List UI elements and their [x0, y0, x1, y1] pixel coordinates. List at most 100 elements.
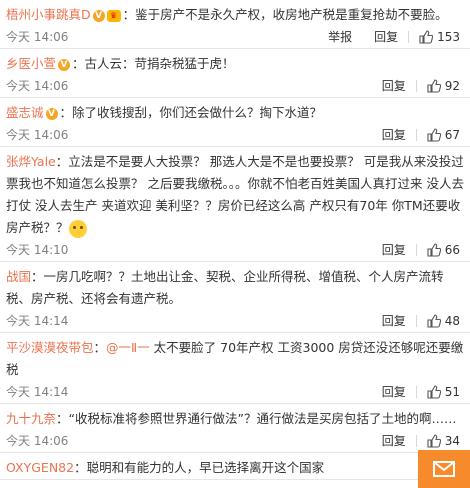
comment-meta: 今天 14:10 回复 66 [6, 239, 464, 261]
comment-body: 梧州小事跳真D V ♛ ：鉴于房产不是永久产权，收房地产税是重复抢劫不要脸。 [6, 4, 464, 26]
emoji-icon [68, 219, 87, 238]
username-link[interactable]: 盛志诚 [6, 105, 44, 120]
like-button[interactable]: 51 [427, 385, 460, 399]
comment-body: OXYGEN82：聪明和有能力的人，早已选择离开这个国家 [6, 457, 464, 479]
colon-separator: ： [55, 154, 69, 169]
colon-separator: ： [74, 460, 87, 475]
username-link[interactable]: 九十九奈 [6, 411, 56, 426]
like-button[interactable]: 34 [427, 434, 460, 448]
username-link[interactable]: 战国 [6, 269, 31, 284]
timestamp: 今天 14:06 [6, 128, 69, 142]
username-link[interactable]: OXYGEN82 [6, 460, 74, 475]
comment-text: “收税标准将参照世界通行做法”？通行做法是买房包括了土地的啊…… [68, 411, 457, 426]
comment-meta: 今天 14:06 回复 67 [6, 124, 464, 146]
timestamp: 今天 14:06 [6, 434, 69, 448]
verified-badge-icon: V [92, 9, 105, 22]
timestamp: 今天 14:06 [6, 30, 69, 44]
like-count: 51 [444, 384, 460, 399]
colon-separator: ： [59, 105, 73, 120]
comment-item: 张烨Yale：立法是不是要人大投票？ 那选人大是不是也要投票？ 可是我从来没投过… [0, 147, 470, 262]
comment-actions: 回复 67 [360, 126, 460, 143]
username-link[interactable]: 乡医小萱 [6, 56, 56, 71]
reply-button[interactable]: 回复 [382, 312, 406, 329]
reply-button[interactable]: 回复 [382, 126, 406, 143]
comment-actions: 回复 51 [360, 383, 460, 400]
comment-text: 古人云：苛捐杂税猛于虎！ [84, 56, 235, 71]
comment-feed: 梧州小事跳真D V ♛ ：鉴于房产不是永久产权，收房地产税是重复抢劫不要脸。 今天 14… [0, 0, 470, 488]
colon-separator: ： [93, 340, 107, 355]
vip-badge-icon: ♛ [106, 9, 121, 22]
comment-item: 平沙漠漠夜带包：@一Ⅱ一 太不要脸了 70年产权 工资3000 房贷还没还够呢还… [0, 333, 470, 404]
username-link[interactable]: 张烨Yale [6, 154, 56, 169]
comment-actions: 举报 回复 153 [306, 28, 460, 45]
timestamp: 今天 14:14 [6, 314, 69, 328]
like-button[interactable]: 92 [427, 79, 460, 93]
thumbs-up-icon [427, 127, 441, 142]
comment-meta: 今天 14:14 回复 51 [6, 381, 464, 403]
like-button[interactable]: 48 [427, 314, 460, 328]
comment-body: 张烨Yale：立法是不是要人大投票？ 那选人大是不是也要投票？ 可是我从来没投过… [6, 151, 464, 239]
colon-separator: ： [31, 269, 44, 284]
verified-badge-icon: V [45, 107, 58, 120]
comment-item: 九十九奈：“收税标准将参照世界通行做法”？通行做法是买房包括了土地的啊…… 今天 … [0, 404, 470, 453]
comment-item: 战国：一房几吃啊？？土地出让金、契税、企业所得税、增值税、个人房产流转税、房产税… [0, 262, 470, 333]
like-count: 92 [444, 78, 460, 93]
like-button[interactable]: 67 [427, 128, 460, 142]
like-count: 66 [444, 242, 460, 257]
reply-button[interactable]: 回复 [374, 28, 398, 45]
divider [415, 385, 417, 398]
mail-icon [433, 461, 455, 477]
username-link[interactable]: 平沙漠漠夜带包 [6, 340, 94, 355]
comment-item: 盛志诚 V ：除了收钱搜刮，你们还会做什么？掏下水道？ 今天 14:06 回复 67 [0, 98, 470, 147]
thumbs-up-icon [427, 242, 441, 257]
mail-button[interactable] [418, 450, 470, 488]
comment-meta: 今天 14:06 举报 回复 153 [6, 26, 464, 48]
thumbs-up-icon [427, 433, 441, 448]
thumbs-up-icon [427, 313, 441, 328]
reply-button[interactable]: 回复 [382, 241, 406, 258]
thumbs-up-icon [419, 29, 434, 44]
like-count: 48 [444, 313, 460, 328]
divider [415, 243, 417, 256]
divider [415, 128, 417, 141]
thumbs-up-icon [427, 78, 441, 93]
like-count: 34 [444, 433, 460, 448]
comment-text: 除了收钱搜刮，你们还会做什么？掏下水道？ [72, 105, 323, 120]
comment-text: 一房几吃啊？？土地出让金、契税、企业所得税、增值税、个人房产流转税、房产税、还将… [6, 269, 444, 306]
username-link[interactable]: 梧州小事跳真D [6, 7, 91, 22]
reply-button[interactable]: 回复 [382, 432, 406, 449]
comment-body: 九十九奈：“收税标准将参照世界通行做法”？通行做法是买房包括了土地的啊…… [6, 408, 464, 430]
comment-body: 平沙漠漠夜带包：@一Ⅱ一 太不要脸了 70年产权 工资3000 房贷还没还够呢还… [6, 337, 464, 381]
divider [408, 30, 410, 43]
comment-actions: 回复 92 [360, 77, 460, 94]
comment-text: 鉴于房产不是永久产权，收房地产税是重复抢劫不要脸。 [135, 7, 448, 22]
comment-body: 战国：一房几吃啊？？土地出让金、契税、企业所得税、增值税、个人房产流转税、房产税… [6, 266, 464, 310]
like-count: 153 [437, 29, 460, 44]
divider [415, 79, 417, 92]
colon-separator: ： [72, 56, 85, 71]
reply-button[interactable]: 回复 [382, 77, 406, 94]
comment-item: 乡医小萱 V ：古人云：苛捐杂税猛于虎！ 今天 14:06 回复 92 [0, 49, 470, 98]
comment-meta: 今天 14:06 回复 34 [6, 430, 464, 452]
colon-separator: ： [122, 7, 136, 22]
comment-actions: 回复 66 [360, 241, 460, 258]
comment-meta: 今天 14:14 回复 48 [6, 310, 464, 332]
like-button[interactable]: 66 [427, 243, 460, 257]
divider [415, 434, 417, 447]
comment-item: OXYGEN82：聪明和有能力的人，早已选择离开这个国家 [0, 453, 470, 480]
timestamp: 今天 14:14 [6, 385, 69, 399]
reply-button[interactable]: 回复 [382, 383, 406, 400]
report-button[interactable]: 举报 [328, 28, 352, 45]
comment-actions: 回复 34 [360, 432, 460, 449]
timestamp: 今天 14:10 [6, 243, 69, 257]
divider [415, 314, 417, 327]
verified-badge-icon: V [58, 58, 71, 71]
thumbs-up-icon [427, 384, 441, 399]
comment-item: 梧州小事跳真D V ♛ ：鉴于房产不是永久产权，收房地产税是重复抢劫不要脸。 今天 14… [0, 0, 470, 49]
like-count: 67 [444, 127, 460, 142]
comment-body: 乡医小萱 V ：古人云：苛捐杂税猛于虎！ [6, 53, 464, 75]
like-button[interactable]: 153 [419, 30, 460, 44]
mention-link[interactable]: @一Ⅱ一 [106, 340, 154, 355]
timestamp: 今天 14:06 [6, 79, 69, 93]
comment-actions: 回复 48 [360, 312, 460, 329]
